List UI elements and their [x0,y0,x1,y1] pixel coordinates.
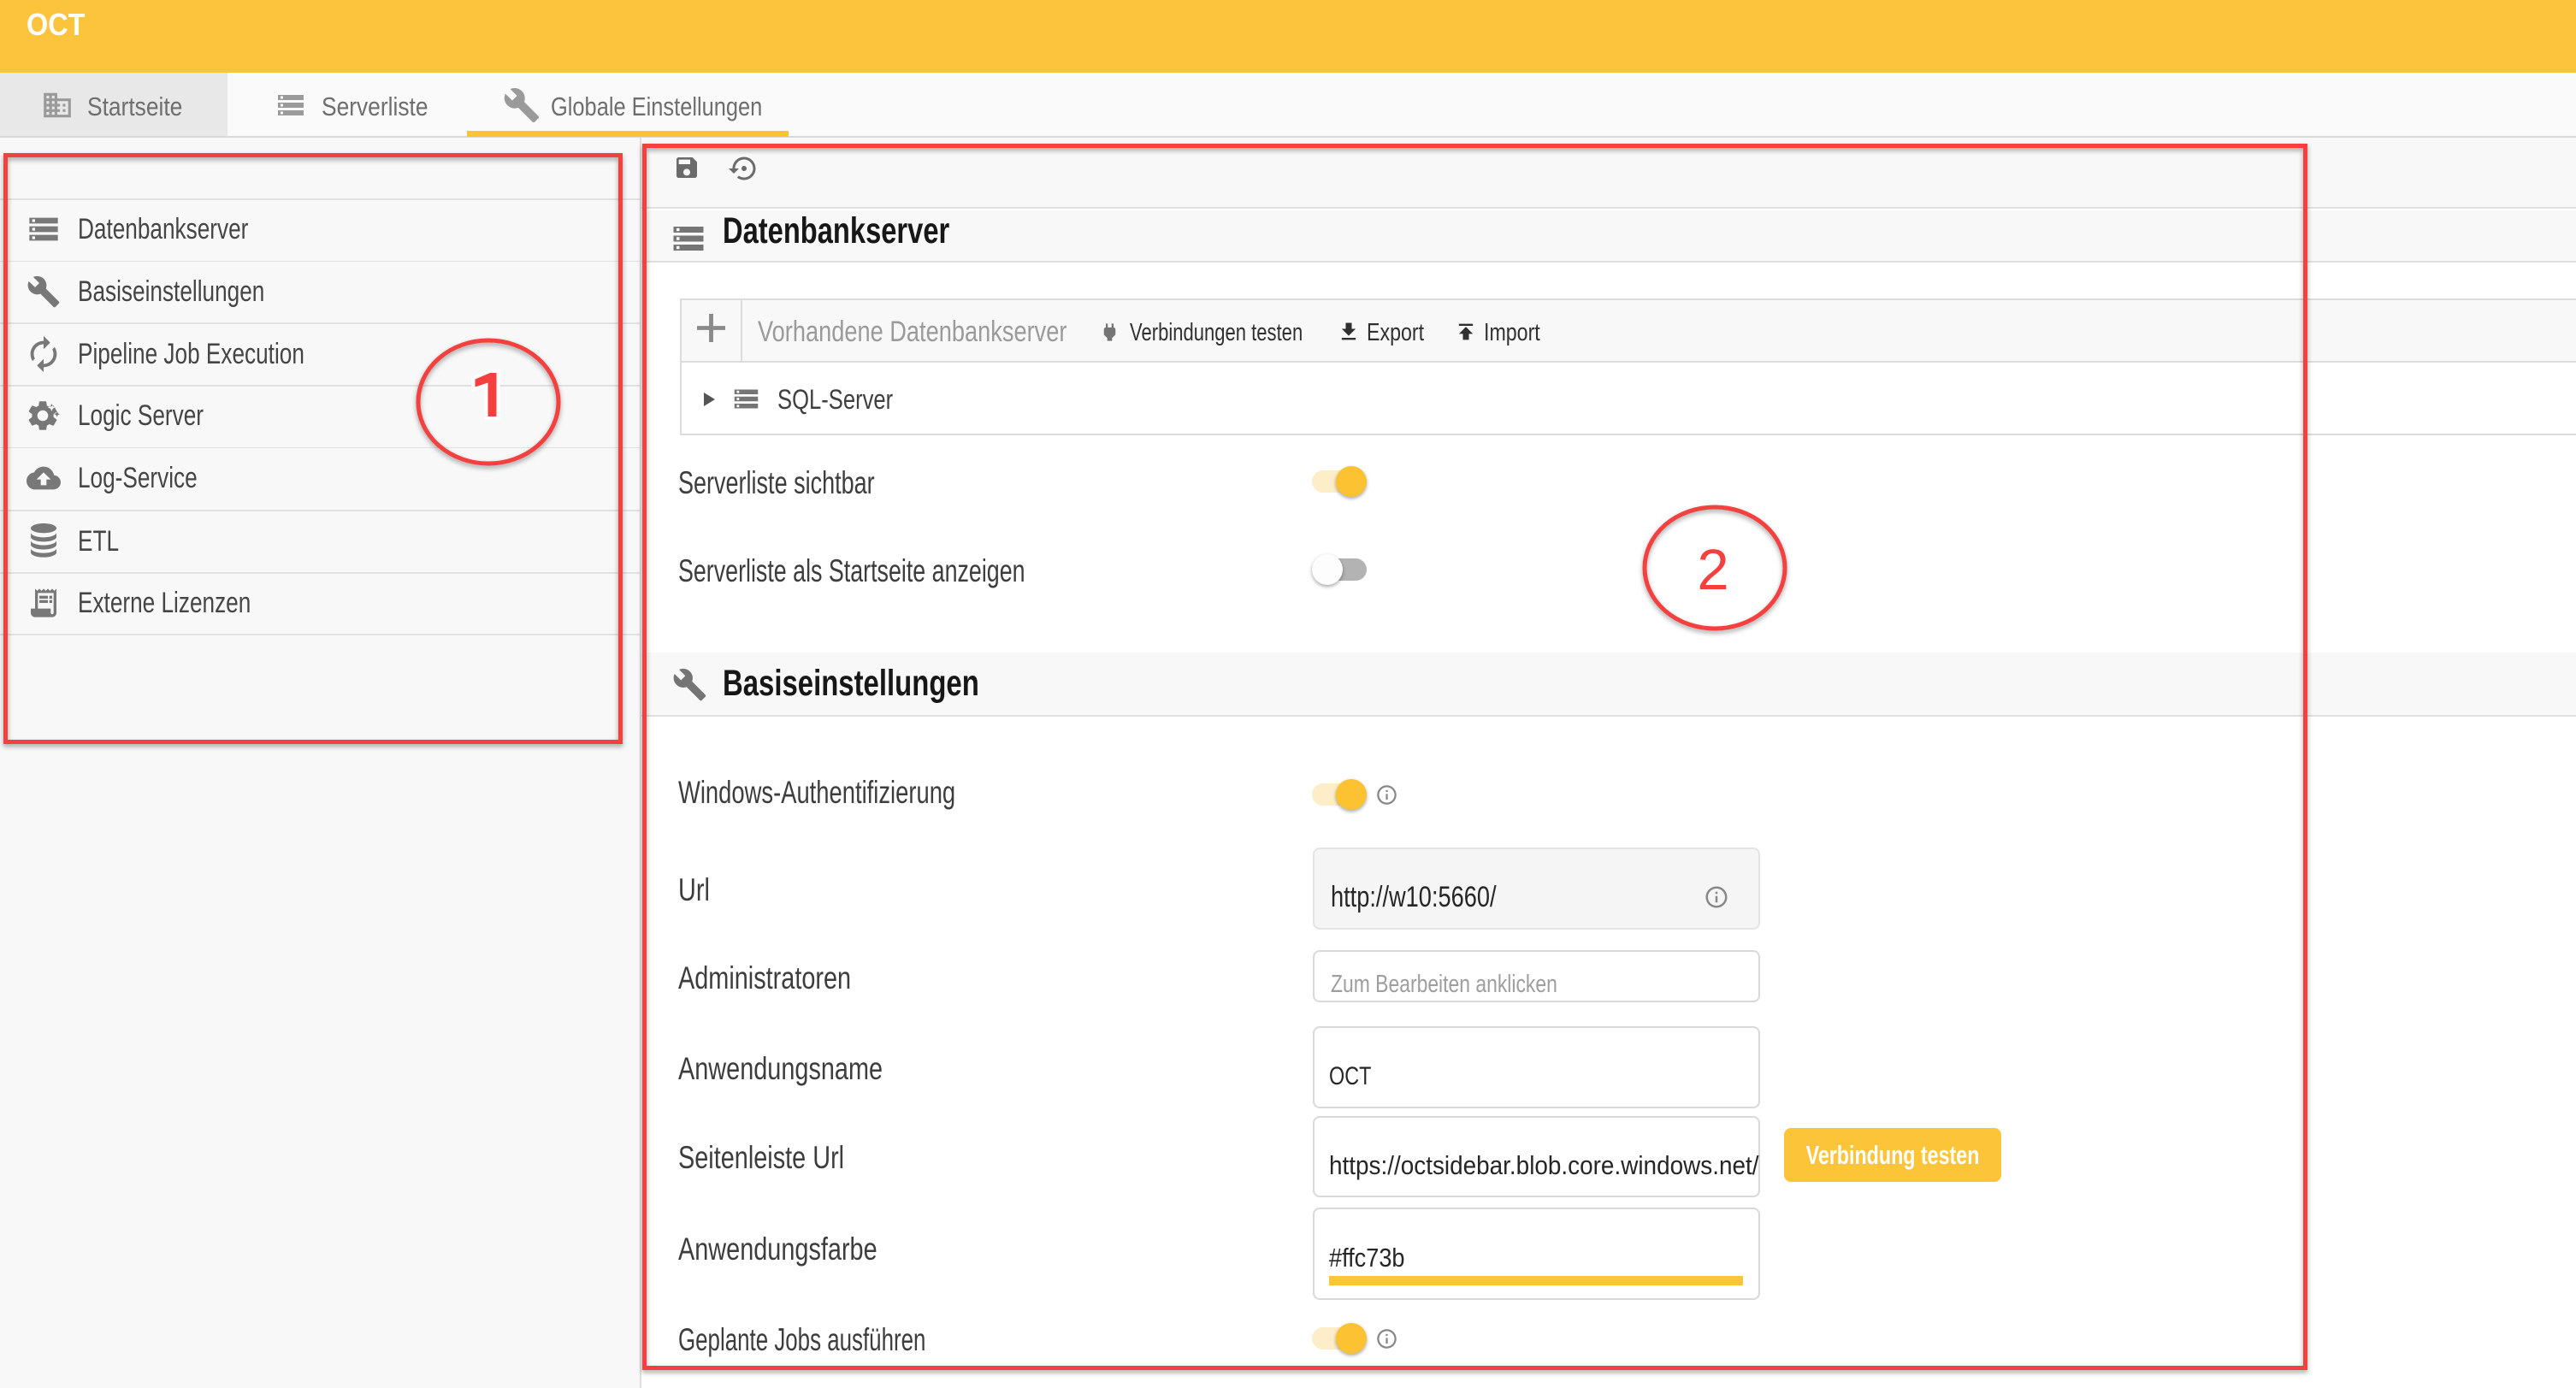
svg-text:2: 2 [1697,538,1728,602]
